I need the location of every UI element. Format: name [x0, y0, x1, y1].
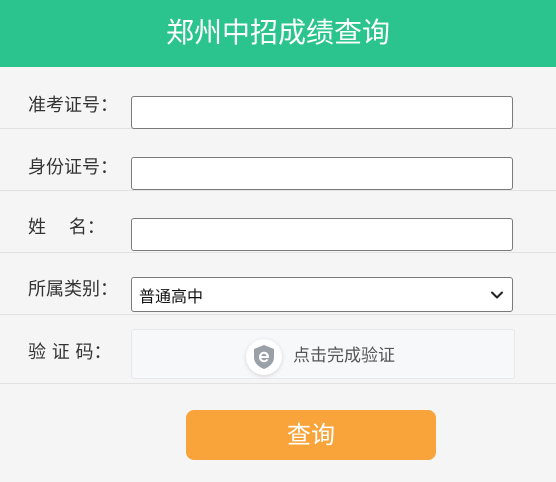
- captcha-icon-wrap: [246, 339, 282, 375]
- captcha-prompt: 点击完成验证: [293, 346, 395, 366]
- form-row-category: 所属类别： 普通高中: [0, 253, 556, 315]
- name-label: 姓 名：: [28, 217, 105, 238]
- captcha-widget[interactable]: 点击完成验证: [131, 329, 515, 379]
- category-selected-value: 普通高中: [139, 286, 204, 306]
- exam-id-input[interactable]: [131, 96, 513, 129]
- category-select[interactable]: 普通高中: [131, 277, 513, 312]
- id-card-label: 身份证号：: [28, 157, 118, 178]
- score-query-page: 郑州中招成绩查询 准考证号： 身份证号： 姓 名： 所属类别： 普通高中 验 证…: [0, 0, 556, 482]
- query-button[interactable]: 查询: [186, 410, 436, 460]
- form-row-name: 姓 名：: [0, 191, 556, 253]
- exam-id-label: 准考证号：: [28, 95, 118, 116]
- form-row-id-card: 身份证号：: [0, 129, 556, 191]
- page-title: 郑州中招成绩查询: [165, 16, 390, 49]
- form-row-captcha: 验 证 码： 点击完成验证: [0, 315, 556, 384]
- chevron-down-icon: [491, 291, 503, 298]
- id-card-input[interactable]: [131, 157, 513, 190]
- category-label: 所属类别：: [28, 279, 118, 300]
- name-input[interactable]: [131, 218, 513, 251]
- form-row-exam-id: 准考证号：: [0, 67, 556, 129]
- shield-e-icon: [254, 345, 274, 369]
- captcha-label: 验 证 码：: [28, 342, 112, 363]
- page-header: 郑州中招成绩查询: [0, 0, 556, 67]
